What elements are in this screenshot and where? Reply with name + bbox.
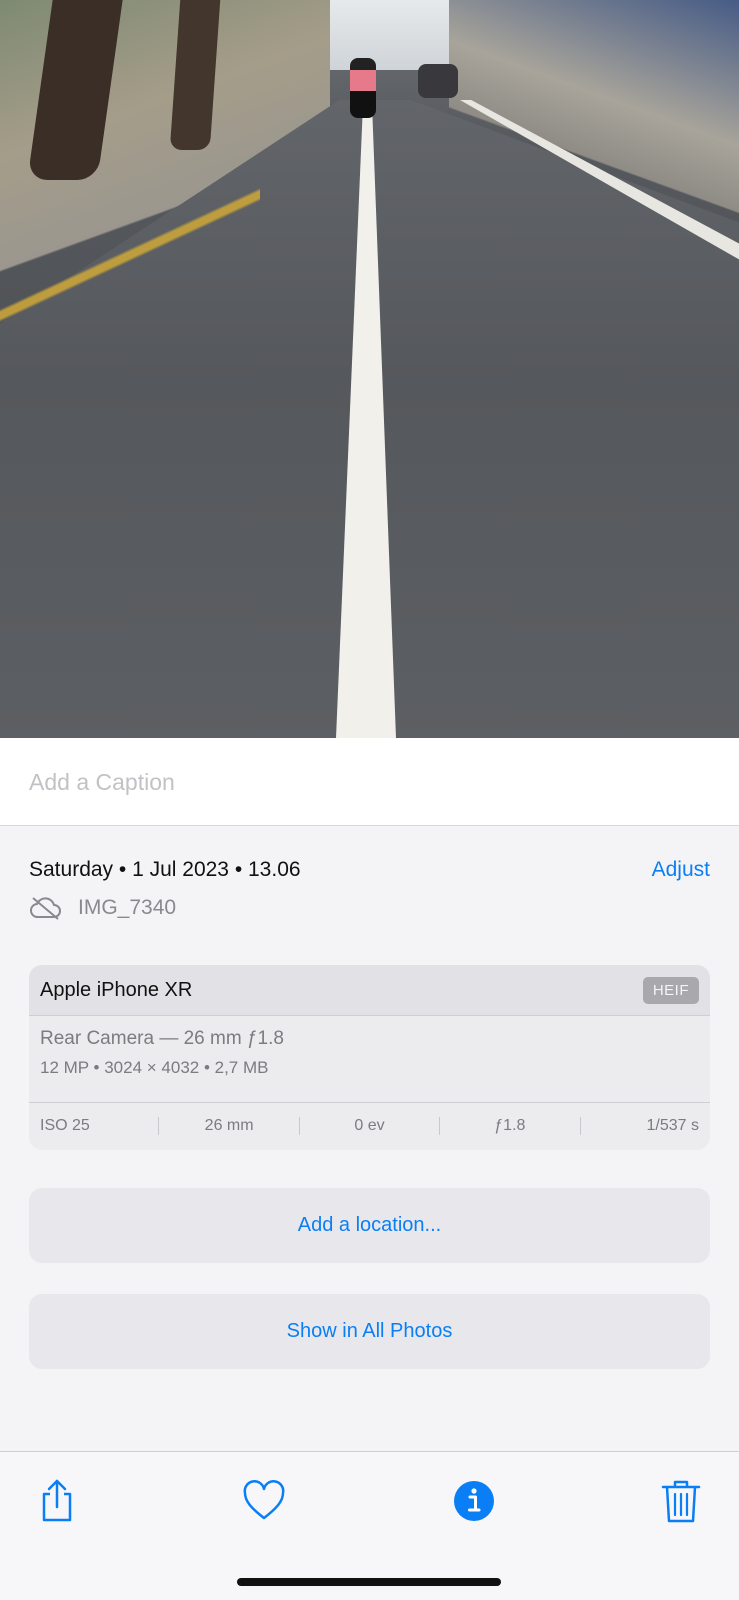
add-location-button[interactable]: Add a location... (29, 1188, 710, 1263)
photo-view[interactable] (0, 0, 739, 738)
camera-header: Apple iPhone XR HEIF (29, 965, 710, 1016)
format-badge: HEIF (642, 976, 699, 1004)
lens-info: Rear Camera — 26 mm ƒ1.8 (40, 1028, 284, 1049)
file-name: IMG_7340 (78, 896, 177, 919)
image-specs: 12 MP • 3024 × 4032 • 2,7 MB (40, 1058, 269, 1077)
exif-shutter-speed: 1/537 s (646, 1117, 699, 1134)
home-indicator[interactable] (237, 1578, 501, 1586)
file-row: IMG_7340 (29, 896, 176, 920)
capture-date: Saturday • 1 Jul 2023 • 13.06 (29, 858, 301, 881)
camera-details: Rear Camera — 26 mm ƒ1.8 12 MP • 3024 × … (29, 1016, 710, 1103)
photo-car (418, 64, 458, 98)
photo-motorcycle-rider (350, 58, 376, 118)
show-in-all-photos-button[interactable]: Show in All Photos (29, 1294, 710, 1369)
exif-exposure-value: 0 ev (300, 1117, 441, 1135)
trash-icon[interactable] (658, 1478, 704, 1524)
exif-aperture: ƒ1.8 (440, 1117, 581, 1135)
cloud-off-icon (29, 896, 62, 920)
caption-field[interactable]: Add a Caption (0, 738, 739, 826)
heart-icon[interactable] (241, 1478, 287, 1524)
share-icon[interactable] (34, 1478, 80, 1524)
adjust-button[interactable]: Adjust (652, 858, 710, 882)
date-row: Saturday • 1 Jul 2023 • 13.06 Adjust (29, 858, 710, 882)
camera-model: Apple iPhone XR (40, 978, 193, 1001)
exif-row: ISO 25 26 mm 0 ev ƒ1.8 1/537 s (29, 1103, 710, 1149)
photo-zigzag-marking (0, 150, 260, 360)
caption-placeholder: Add a Caption (29, 769, 175, 795)
info-icon[interactable] (451, 1478, 497, 1524)
exif-iso: ISO 25 (40, 1117, 160, 1135)
camera-info-card: Apple iPhone XR HEIF Rear Camera — 26 mm… (29, 965, 710, 1150)
exif-focal-length: 26 mm (159, 1117, 300, 1135)
